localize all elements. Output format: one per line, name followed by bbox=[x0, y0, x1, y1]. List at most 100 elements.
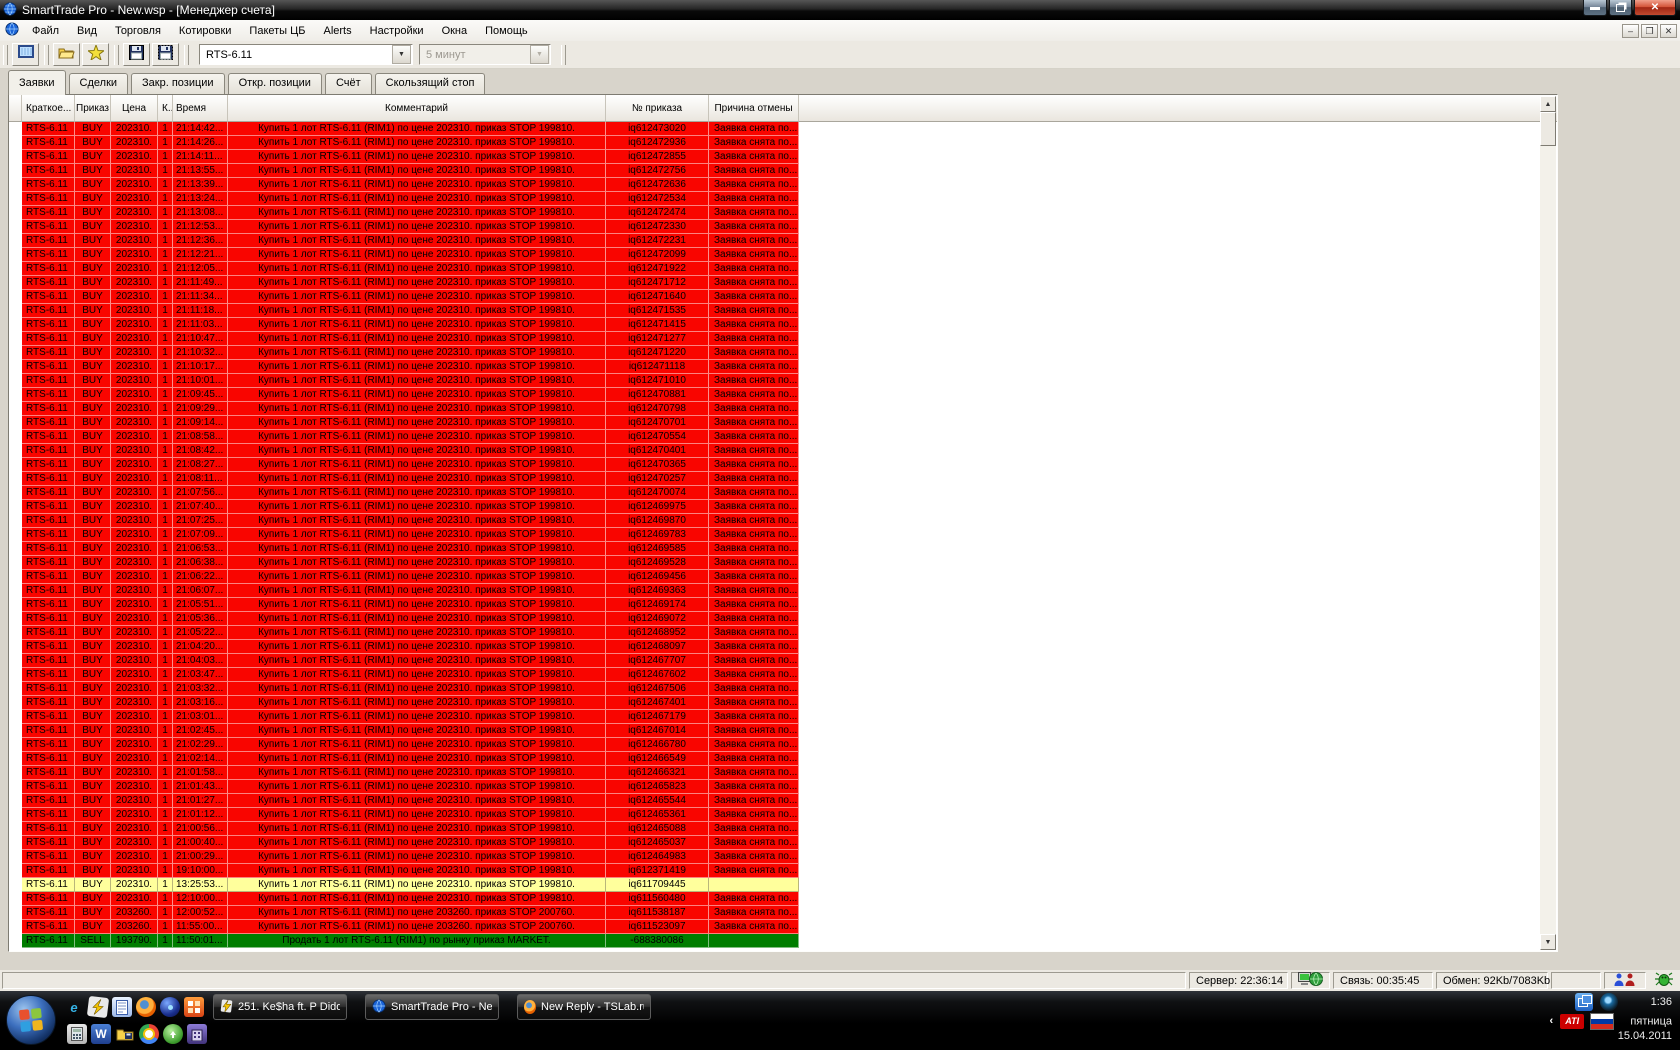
menu-view[interactable]: Вид bbox=[68, 22, 106, 40]
table-row[interactable]: RTS-6.11 BUY 202310. 1 21:10:01... Купить 1 л… bbox=[9, 374, 1557, 388]
table-row[interactable]: RTS-6.11 BUY 202310. 1 21:06:53... Купить 1 л… bbox=[9, 542, 1557, 556]
table-row[interactable]: RTS-6.11 BUY 202310. 1 21:01:58... Купить 1 л… bbox=[9, 766, 1557, 780]
table-row[interactable]: RTS-6.11 BUY 202310. 1 19:10:00... Купить 1 л… bbox=[9, 864, 1557, 878]
table-row[interactable]: RTS-6.11 BUY 202310. 1 21:03:47... Купить 1 л… bbox=[9, 668, 1557, 682]
column-header-order[interactable]: Приказ bbox=[75, 95, 111, 122]
table-row[interactable]: RTS-6.11 BUY 202310. 1 12:10:00... Купить 1 л… bbox=[9, 892, 1557, 906]
column-header-qty[interactable]: К... bbox=[158, 95, 173, 122]
table-row[interactable]: RTS-6.11 BUY 202310. 1 21:13:08... Купить 1 л… bbox=[9, 206, 1557, 220]
table-row[interactable]: RTS-6.11 BUY 202310. 1 21:00:29... Купить 1 л… bbox=[9, 850, 1557, 864]
table-row[interactable]: RTS-6.11 BUY 203260. 1 12:00:52... Купить 1 л… bbox=[9, 906, 1557, 920]
table-row[interactable]: RTS-6.11 BUY 202310. 1 21:11:49... Купить 1 л… bbox=[9, 276, 1557, 290]
table-row[interactable]: RTS-6.11 BUY 202310. 1 21:03:01... Купить 1 л… bbox=[9, 710, 1557, 724]
building-app-icon[interactable] bbox=[187, 1024, 207, 1044]
column-header-cancel-reason[interactable]: Причина отмены bbox=[709, 95, 799, 122]
table-row[interactable]: RTS-6.11 SELL 193790. 1 11:50:01... Продать 1… bbox=[9, 934, 1557, 948]
table-row[interactable]: RTS-6.11 BUY 202310. 1 21:13:55... Купить 1 л… bbox=[9, 164, 1557, 178]
table-row[interactable]: RTS-6.11 BUY 202310. 1 21:06:38... Купить 1 л… bbox=[9, 556, 1557, 570]
table-row[interactable]: RTS-6.11 BUY 202310. 1 21:13:24... Купить 1 л… bbox=[9, 192, 1557, 206]
table-row[interactable]: RTS-6.11 BUY 202310. 1 21:03:16... Купить 1 л… bbox=[9, 696, 1557, 710]
chrome-icon[interactable] bbox=[139, 1024, 159, 1044]
menu-help[interactable]: Помощь bbox=[476, 22, 537, 40]
menu-file[interactable]: Файл bbox=[23, 22, 68, 40]
menu-settings[interactable]: Настройки bbox=[361, 22, 433, 40]
vertical-scrollbar[interactable]: ▲ ▼ bbox=[1540, 96, 1556, 950]
workspace-button[interactable] bbox=[12, 43, 39, 66]
chevron-down-icon[interactable]: ▼ bbox=[392, 45, 411, 64]
table-row[interactable]: RTS-6.11 BUY 202310. 1 21:09:29... Купить 1 л… bbox=[9, 402, 1557, 416]
favorites-button[interactable] bbox=[82, 43, 109, 66]
folder-save-icon[interactable] bbox=[115, 1024, 135, 1044]
tray-chevron-icon[interactable]: ‹ bbox=[1549, 1015, 1553, 1027]
column-header-comment[interactable]: Комментарий bbox=[228, 95, 606, 122]
table-row[interactable]: RTS-6.11 BUY 202310. 1 21:04:03... Купить 1 л… bbox=[9, 654, 1557, 668]
table-row[interactable]: RTS-6.11 BUY 202310. 1 21:08:11... Купить 1 л… bbox=[9, 472, 1557, 486]
mdi-restore-button[interactable]: ❐ bbox=[1641, 23, 1658, 38]
taskbar-button-firefox[interactable]: New Reply - TSLab.ru ... bbox=[517, 994, 651, 1020]
table-row[interactable]: RTS-6.11 BUY 202310. 1 21:07:56... Купить 1 л… bbox=[9, 486, 1557, 500]
table-row[interactable]: RTS-6.11 BUY 202310. 1 21:05:36... Купить 1 л… bbox=[9, 612, 1557, 626]
menu-trading[interactable]: Торговля bbox=[106, 22, 170, 40]
column-header-price[interactable]: Цена bbox=[111, 95, 158, 122]
table-row[interactable]: RTS-6.11 BUY 202310. 1 21:10:17... Купить 1 л… bbox=[9, 360, 1557, 374]
word-icon[interactable]: W bbox=[91, 1024, 111, 1044]
tray-clock[interactable]: 1:36 bbox=[1651, 996, 1672, 1008]
table-row[interactable]: RTS-6.11 BUY 203260. 1 11:55:00... Купить 1 л… bbox=[9, 920, 1557, 934]
table-row[interactable]: RTS-6.11 BUY 202310. 1 21:11:18... Купить 1 л… bbox=[9, 304, 1557, 318]
table-row[interactable]: RTS-6.11 BUY 202310. 1 21:03:32... Купить 1 л… bbox=[9, 682, 1557, 696]
column-header-symbol[interactable]: Краткое... bbox=[22, 95, 75, 122]
table-row[interactable]: RTS-6.11 BUY 202310. 1 21:01:43... Купить 1 л… bbox=[9, 780, 1557, 794]
toolbar-grip-3[interactable] bbox=[114, 44, 119, 65]
save-button[interactable] bbox=[123, 43, 150, 66]
ati-tray-icon[interactable]: ATI bbox=[1560, 1014, 1585, 1029]
toolbar-grip-5[interactable] bbox=[561, 44, 566, 65]
start-button[interactable] bbox=[6, 995, 56, 1045]
taskbar-button-smarttrade[interactable]: SmartTrade Pro - New... bbox=[365, 994, 499, 1020]
table-row[interactable]: RTS-6.11 BUY 202310. 1 21:08:58... Купить 1 л… bbox=[9, 430, 1557, 444]
table-row[interactable]: RTS-6.11 BUY 202310. 1 21:12:53... Купить 1 л… bbox=[9, 220, 1557, 234]
scrollbar-thumb[interactable] bbox=[1540, 112, 1556, 146]
table-row[interactable]: RTS-6.11 BUY 202310. 1 21:12:36... Купить 1 л… bbox=[9, 234, 1557, 248]
table-row[interactable]: RTS-6.11 BUY 202310. 1 21:06:22... Купить 1 л… bbox=[9, 570, 1557, 584]
taskbar-button-winamp[interactable]: 251. Ke$ha ft. P Didd... bbox=[213, 994, 347, 1020]
notepad-icon[interactable] bbox=[112, 997, 132, 1017]
table-row[interactable]: RTS-6.11 BUY 202310. 1 13:25:53... Купить 1 л… bbox=[9, 878, 1557, 892]
table-row[interactable]: RTS-6.11 BUY 202310. 1 21:07:40... Купить 1 л… bbox=[9, 500, 1557, 514]
table-row[interactable]: RTS-6.11 BUY 202310. 1 21:13:39... Купить 1 л… bbox=[9, 178, 1557, 192]
table-row[interactable]: RTS-6.11 BUY 202310. 1 21:07:09... Купить 1 л… bbox=[9, 528, 1557, 542]
scroll-up-button[interactable]: ▲ bbox=[1540, 96, 1556, 112]
table-row[interactable]: RTS-6.11 BUY 202310. 1 21:11:34... Купить 1 л… bbox=[9, 290, 1557, 304]
russian-flag-language-icon[interactable] bbox=[1590, 1013, 1615, 1030]
table-row[interactable]: RTS-6.11 BUY 202310. 1 21:14:42... Купить 1 л… bbox=[9, 122, 1557, 136]
mdi-minimize-button[interactable]: – bbox=[1622, 23, 1639, 38]
menu-packages[interactable]: Пакеты ЦБ bbox=[240, 22, 314, 40]
toolbar-grip-2[interactable] bbox=[44, 44, 49, 65]
table-row[interactable]: RTS-6.11 BUY 202310. 1 21:01:12... Купить 1 л… bbox=[9, 808, 1557, 822]
restore-button[interactable] bbox=[1609, 0, 1632, 16]
table-row[interactable]: RTS-6.11 BUY 202310. 1 21:02:29... Купить 1 л… bbox=[9, 738, 1557, 752]
webcam-tray-icon[interactable] bbox=[1600, 993, 1619, 1011]
table-row[interactable]: RTS-6.11 BUY 202310. 1 21:05:22... Купить 1 л… bbox=[9, 626, 1557, 640]
toolbar-grip-4[interactable] bbox=[184, 44, 189, 65]
table-row[interactable]: RTS-6.11 BUY 202310. 1 21:14:11... Купить 1 л… bbox=[9, 150, 1557, 164]
close-button[interactable]: ✕ bbox=[1634, 0, 1676, 16]
table-row[interactable]: RTS-6.11 BUY 202310. 1 21:01:27... Купить 1 л… bbox=[9, 794, 1557, 808]
menu-windows[interactable]: Окна bbox=[433, 22, 477, 40]
minimize-button[interactable]: ▬ bbox=[1583, 0, 1607, 16]
winamp-icon[interactable] bbox=[86, 995, 110, 1019]
table-row[interactable]: RTS-6.11 BUY 202310. 1 21:12:21... Купить 1 л… bbox=[9, 248, 1557, 262]
table-row[interactable]: RTS-6.11 BUY 202310. 1 21:08:27... Купить 1 л… bbox=[9, 458, 1557, 472]
table-row[interactable]: RTS-6.11 BUY 202310. 1 21:09:14... Купить 1 л… bbox=[9, 416, 1557, 430]
window-manager-tray-icon[interactable] bbox=[1575, 993, 1594, 1011]
column-header-order-id[interactable]: № приказа bbox=[606, 95, 709, 122]
toolbar-grip[interactable] bbox=[3, 44, 8, 65]
table-row[interactable]: RTS-6.11 BUY 202310. 1 21:14:26... Купить 1 л… bbox=[9, 136, 1557, 150]
table-row[interactable]: RTS-6.11 BUY 202310. 1 21:02:45... Купить 1 л… bbox=[9, 724, 1557, 738]
table-row[interactable]: RTS-6.11 BUY 202310. 1 21:08:42... Купить 1 л… bbox=[9, 444, 1557, 458]
tab-account[interactable]: Счёт bbox=[324, 73, 372, 94]
tab-trailing-stop[interactable]: Скользящий стоп bbox=[374, 73, 486, 94]
instrument-combobox[interactable]: RTS-6.11 ▼ bbox=[199, 44, 413, 65]
table-row[interactable]: RTS-6.11 BUY 202310. 1 21:04:20... Купить 1 л… bbox=[9, 640, 1557, 654]
table-row[interactable]: RTS-6.11 BUY 202310. 1 21:07:25... Купить 1 л… bbox=[9, 514, 1557, 528]
column-header-time[interactable]: Время bbox=[173, 95, 228, 122]
